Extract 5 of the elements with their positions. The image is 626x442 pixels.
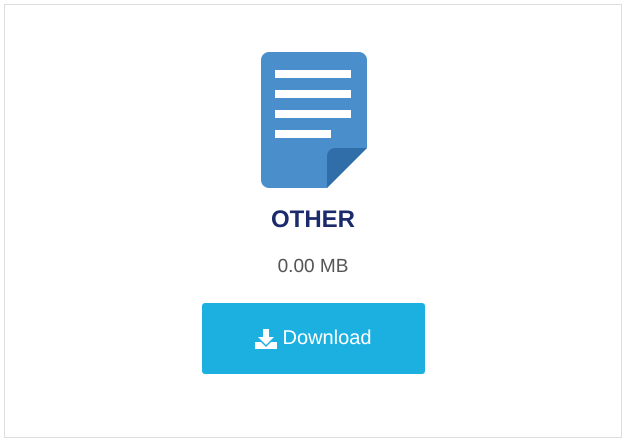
file-size: 0.00 MB xyxy=(278,256,348,278)
file-type: OTHER xyxy=(271,206,355,234)
download-icon xyxy=(254,328,277,348)
download-button[interactable]: Download xyxy=(202,303,424,374)
document-icon xyxy=(260,52,366,188)
